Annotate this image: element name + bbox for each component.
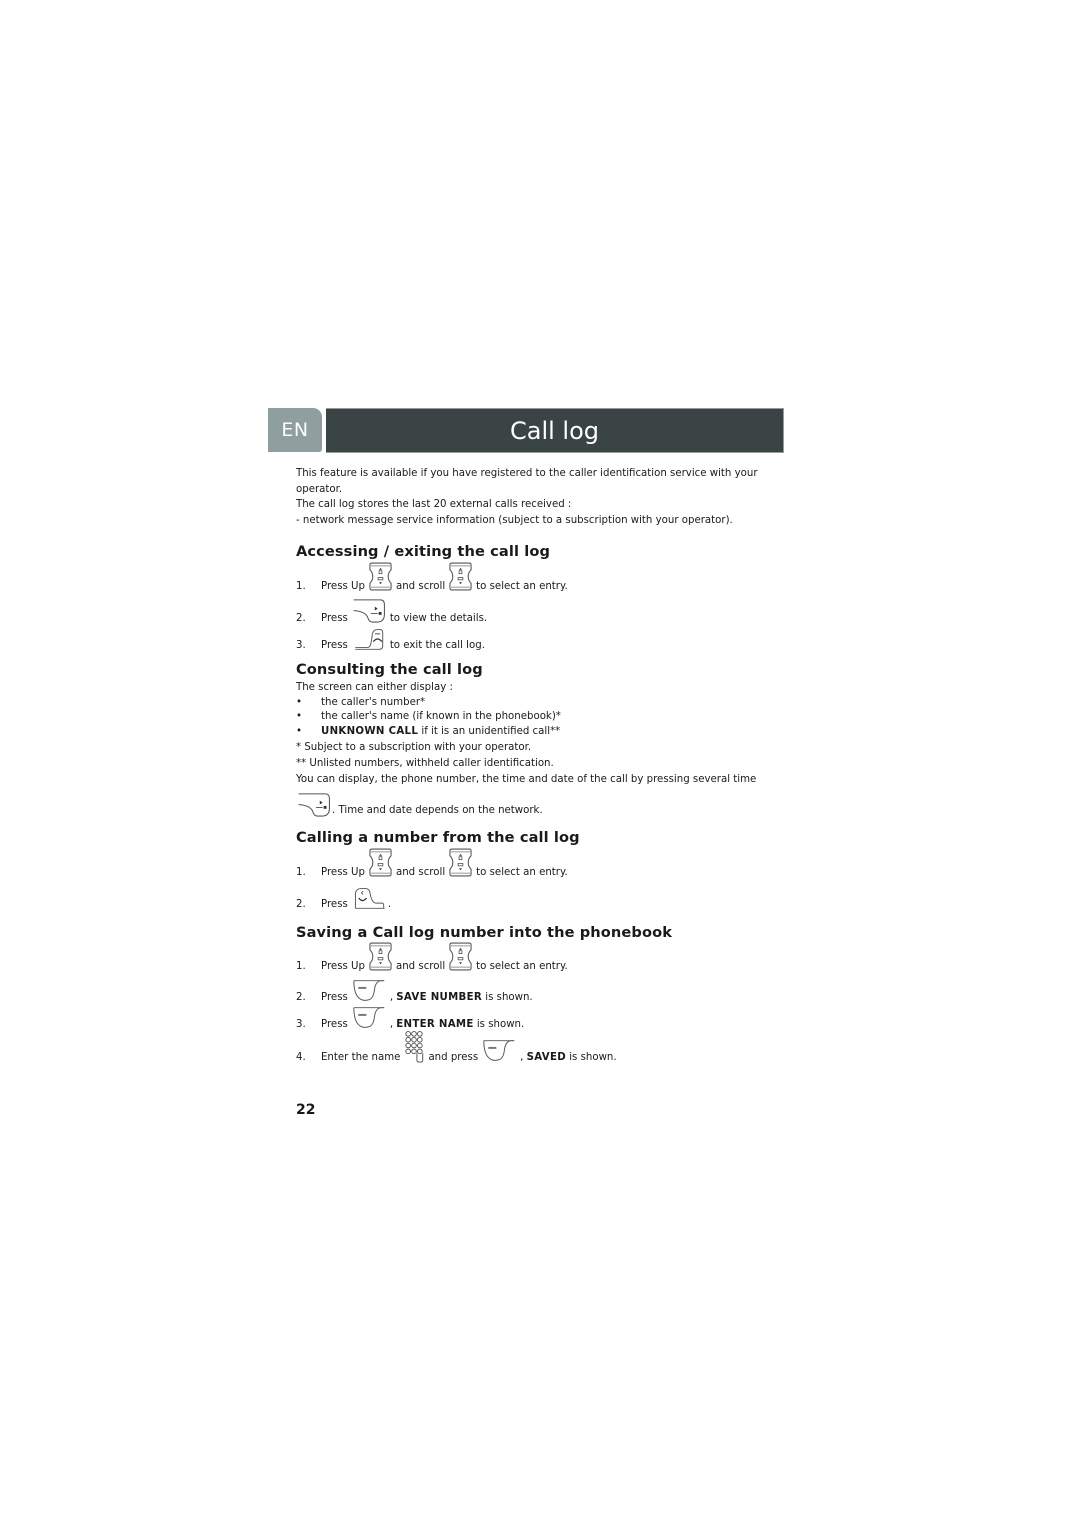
- step-number: 2.: [296, 613, 306, 624]
- step-text: Enter the name: [321, 1052, 401, 1063]
- step-number: 3.: [296, 1019, 306, 1030]
- step-item: 4. Enter the name and press , SAVED is s…: [296, 1033, 766, 1066]
- step-number: 2.: [296, 992, 306, 1003]
- page-title: Call log: [509, 416, 599, 445]
- menu-key-icon: [351, 1005, 387, 1030]
- up-down-nav-key-icon: [368, 941, 393, 972]
- step-text: Press Up: [321, 867, 365, 878]
- language-tab: EN: [268, 408, 322, 452]
- step-item: 2. Press , SAVE NUMBER is shown.: [296, 975, 766, 1006]
- step-number: 1.: [296, 867, 306, 878]
- section-heading: Consulting the call log: [296, 661, 483, 678]
- section-heading: Calling a number from the call log: [296, 829, 580, 846]
- step-text: Press: [321, 899, 348, 910]
- bullet-dot: •: [296, 711, 303, 722]
- step-text: and scroll: [395, 867, 446, 878]
- step-number: 2.: [296, 899, 306, 910]
- up-down-nav-key-icon: [448, 941, 473, 972]
- bullet-item: • UNKNOWN CALL if it is an unidentified …: [296, 725, 766, 740]
- consulting-paragraph-end: . Time and date depends on the network.: [296, 788, 766, 818]
- step-item: 1. Press Up and scroll to select an entr…: [296, 568, 766, 595]
- consulting-paragraph: You can display, the phone number, the t…: [296, 774, 757, 785]
- step-text: Press: [321, 640, 348, 651]
- section-consulting: Consulting the call log The screen can e…: [296, 660, 766, 818]
- page-number: 22: [296, 1102, 316, 1118]
- intro-line-3: - network message service information (s…: [296, 514, 733, 526]
- step-text: , SAVED is shown.: [520, 1052, 617, 1063]
- step-text: and press: [428, 1052, 479, 1063]
- intro: This feature is available if you have re…: [296, 466, 766, 528]
- menu-key-icon: [481, 1038, 517, 1063]
- call-key-icon: [351, 886, 389, 910]
- menu-key-icon: [351, 978, 387, 1003]
- step-text: to select an entry.: [476, 867, 568, 878]
- up-down-nav-key-icon: [368, 847, 393, 878]
- bullet-dot: •: [296, 725, 303, 737]
- section-heading: Saving a Call log number into the phoneb…: [296, 924, 672, 941]
- manual-page: EN Call log This feature is available if…: [0, 0, 1080, 1528]
- step-text: , SAVE NUMBER is shown.: [389, 992, 533, 1003]
- step-text: to exit the call log.: [389, 640, 485, 651]
- right-softkey-icon: [351, 597, 387, 624]
- up-down-nav-key-icon: [368, 561, 393, 592]
- page-title-bar: Call log: [326, 408, 784, 453]
- step-item: 2. Press to view the details.: [296, 595, 766, 627]
- step-text: and scroll: [395, 581, 446, 592]
- section-calling: Calling a number from the call log 1. Pr…: [296, 828, 766, 913]
- step-text: to select an entry.: [476, 581, 568, 592]
- step-text: Press: [321, 1019, 348, 1030]
- section-heading: Accessing / exiting the call log: [296, 543, 551, 560]
- right-softkey-icon: [296, 791, 332, 818]
- step-text: Press Up: [321, 961, 365, 972]
- up-down-nav-key-icon: [448, 847, 473, 878]
- step-number: 1.: [296, 961, 306, 972]
- page-content: This feature is available if you have re…: [296, 466, 766, 1066]
- step-text: Press Up: [321, 581, 365, 592]
- bullet-text: if it is an unidentified call**: [418, 725, 561, 737]
- hang-up-key-icon: [351, 627, 387, 651]
- intro-line-1b: operator.: [296, 483, 343, 495]
- step-number: 4.: [296, 1052, 306, 1063]
- step-text: Press: [321, 613, 348, 624]
- display-message: ENTER NAME: [396, 1019, 474, 1030]
- step-text: and scroll: [395, 961, 446, 972]
- paragraph-text: . Time and date depends on the network.: [332, 805, 543, 816]
- bullet-dot: •: [296, 696, 303, 708]
- bullet-item: • the caller's name (if known in the pho…: [296, 710, 766, 725]
- display-message: SAVED: [526, 1052, 566, 1063]
- bullet-text: the caller's number*: [321, 696, 426, 708]
- step-text: Press: [321, 992, 348, 1003]
- section-accessing: Accessing / exiting the call log 1. Pres…: [296, 542, 766, 654]
- bullet-item: • the caller's number*: [296, 696, 766, 711]
- section-saving: Saving a Call log number into the phoneb…: [296, 923, 766, 1066]
- step-text: to view the details.: [389, 613, 488, 624]
- step-number: 1.: [296, 581, 306, 592]
- step-item: 1. Press Up and scroll to select an entr…: [296, 949, 766, 975]
- bullet-text: the caller's name (if known in the phone…: [321, 711, 561, 722]
- intro-line-2: The call log stores the last 20 external…: [296, 499, 572, 510]
- display-message: SAVE NUMBER: [396, 992, 483, 1003]
- step-text: to select an entry.: [476, 961, 568, 972]
- step-item: 3. Press , ENTER NAME is shown.: [296, 1006, 766, 1033]
- bullet-bold-text: UNKNOWN CALL: [321, 725, 419, 737]
- consulting-lead: The screen can either display :: [296, 682, 453, 693]
- intro-line-1: This feature is available if you have re…: [296, 468, 758, 479]
- up-down-nav-key-icon: [448, 561, 473, 592]
- language-label: EN: [281, 419, 309, 441]
- footnote-2: ** Unlisted numbers, withheld caller ide…: [296, 758, 554, 769]
- step-number: 3.: [296, 640, 306, 651]
- footnote-1: * Subject to a subscription with your op…: [296, 742, 532, 753]
- step-item: 1. Press Up and scroll to select an entr…: [296, 854, 766, 881]
- step-item: 2. Press .: [296, 881, 766, 913]
- step-text: , ENTER NAME is shown.: [389, 1019, 525, 1030]
- keypad-icon: [403, 1030, 425, 1063]
- step-item: 3. Press to exit the call log.: [296, 627, 766, 654]
